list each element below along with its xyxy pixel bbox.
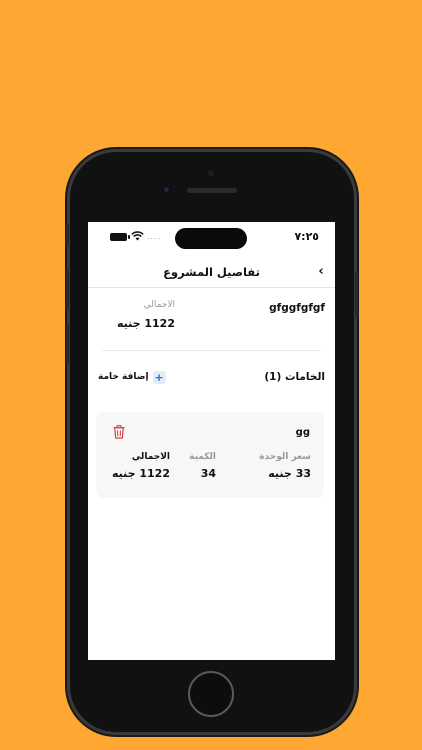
materials-section-title: الخامات (1) [264,371,325,383]
trash-icon[interactable] [113,425,125,439]
section-divider [102,350,321,351]
volume-down-button [66,324,69,364]
unit-price-column: سعر الوحدة 33 جنيه [259,452,311,480]
item-total-column: الاجمالي 1122 جنيه [112,452,170,480]
home-button[interactable] [188,671,234,717]
back-chevron-icon: ‹ [318,264,324,279]
page-title: تفاصيل المشروع [163,265,260,279]
material-card[interactable]: gg سعر الوحدة 33 جنيه الكمية 34 الاجمالي… [96,412,324,498]
app-screen: .... ٧:٢٥ تفاصيل المشروع ‹ gfggfgfgf الا… [88,222,335,660]
unit-price-label: سعر الوحدة [259,452,311,462]
dynamic-island [175,228,247,249]
quantity-label: الكمية [189,452,216,462]
item-total-label: الاجمالي [131,452,170,462]
signal-icon: .... [147,232,162,241]
front-camera [162,185,171,194]
project-total-value: 1122 جنيه [116,317,175,330]
item-total-value: 1122 جنيه [111,467,170,480]
add-material-label: إضافة خامة [98,372,149,382]
proximity-sensor [208,170,214,176]
mute-switch [66,224,69,246]
add-material-button[interactable]: + إضافة خامة [98,369,166,385]
project-total-label: الاجمالي [143,300,175,310]
phone-frame: .... ٧:٢٥ تفاصيل المشروع ‹ gfggfgfgf الا… [66,152,358,732]
plus-icon: + [152,370,166,384]
power-button [355,272,358,318]
unit-price-value: 33 جنيه [268,467,311,480]
status-time: ٧:٢٥ [294,230,319,243]
earpiece-speaker [187,188,237,193]
app-header: تفاصيل المشروع ‹ [88,258,335,288]
volume-up-button [66,270,69,310]
battery-icon [110,233,130,241]
project-name: gfggfgfgf [269,302,325,314]
quantity-column: الكمية 34 [189,452,216,480]
wifi-icon [131,231,144,241]
back-button[interactable]: ‹ [313,264,329,280]
status-bar: .... ٧:٢٥ [88,222,335,252]
material-name: gg [295,427,310,438]
quantity-value: 34 [200,467,216,480]
